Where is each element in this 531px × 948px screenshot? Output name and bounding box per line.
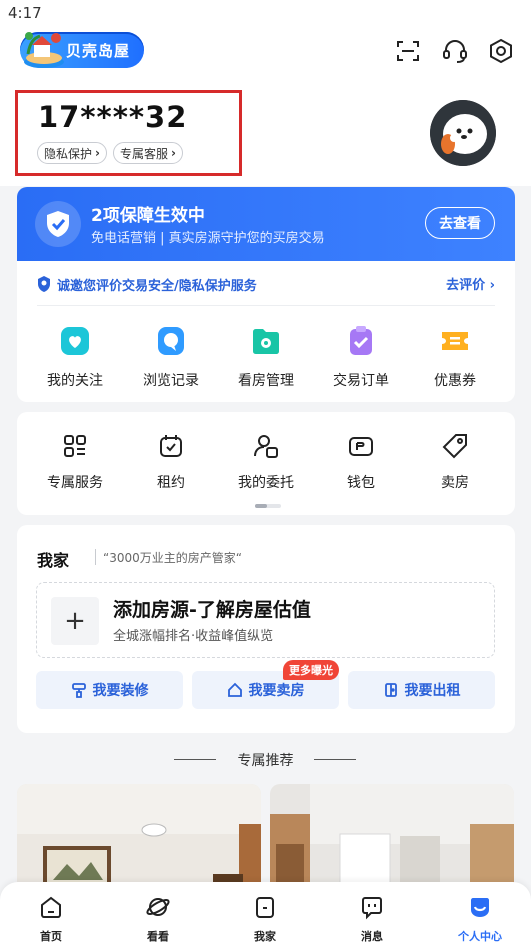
planet-icon <box>146 898 170 916</box>
evaluation-invite-text: 诚邀您评价交易安全/隐私保护服务 <box>57 279 257 294</box>
divider <box>314 759 356 760</box>
tab-profile[interactable]: 个人中心 <box>440 894 520 944</box>
price-tag-icon <box>442 434 467 459</box>
status-time: 4:17 <box>8 4 42 22</box>
recommend-title: 专属推荐 <box>237 753 294 769</box>
chevron-right-icon: › <box>489 278 495 293</box>
service-item-lease[interactable]: 租约 <box>123 432 219 492</box>
tab-label: 首页 <box>40 930 62 943</box>
menu-item-history[interactable]: 浏览记录 <box>123 324 219 390</box>
tab-messages[interactable]: 消息 <box>332 894 412 944</box>
chat-bubble-icon <box>158 327 184 355</box>
island-logo-icon <box>24 32 64 68</box>
service-item-wallet[interactable]: 钱包 <box>313 432 409 492</box>
sell-house-label: 我要卖房 <box>248 683 305 699</box>
smile-icon <box>471 898 489 917</box>
more-exposure-badge: 更多曝光 <box>283 660 339 680</box>
evaluate-link[interactable]: 去评价 › <box>446 274 495 293</box>
service-label: 我的委托 <box>238 475 294 491</box>
rent-out-label: 我要出租 <box>404 683 461 699</box>
add-property-box[interactable]: + 添加房源-了解房屋估值 全城涨幅排名·收益峰值纵览 <box>36 582 495 658</box>
avatar[interactable] <box>430 100 496 166</box>
protection-banner[interactable]: 2项保障生效中 免电话营销 | 真实房源守护您的买房交易 去查看 <box>17 187 515 261</box>
scan-button[interactable] <box>393 36 423 66</box>
grid-icon <box>64 435 86 457</box>
add-property-title: 添加房源-了解房屋估值 <box>113 599 311 621</box>
menu-item-viewings[interactable]: 看房管理 <box>218 324 314 390</box>
wallet-icon <box>349 437 373 456</box>
protection-subtitle: 免电话营销 | 真实房源守护您的买房交易 <box>91 231 325 246</box>
evaluation-row[interactable]: 诚邀您评价交易安全/隐私保护服务 去评价 › <box>17 261 515 305</box>
plus-icon: + <box>51 597 99 645</box>
location-shield-icon <box>38 276 50 292</box>
renovate-label: 我要装修 <box>92 683 149 699</box>
logo-text: 贝壳岛屋 <box>66 42 131 60</box>
door-icon <box>384 683 397 697</box>
menu-label: 我的关注 <box>47 373 103 389</box>
protection-card: 2项保障生效中 免电话营销 | 真实房源守护您的买房交易 去查看 诚邀您评价交易… <box>17 187 515 402</box>
service-label: 租约 <box>157 475 185 491</box>
service-item-exclusive[interactable]: 专属服务 <box>27 432 123 492</box>
services-card: 专属服务 租约 我的委托 钱包 卖房 <box>17 412 515 515</box>
clipboard-check-icon <box>350 326 372 355</box>
protection-title: 2项保障生效中 <box>91 206 205 226</box>
home-icon <box>41 896 61 918</box>
house-door-icon <box>256 897 274 918</box>
folder-icon <box>253 329 279 354</box>
menu-label: 优惠券 <box>434 373 476 389</box>
shield-check-icon <box>47 211 69 237</box>
service-label: 钱包 <box>347 475 375 491</box>
my-home-title: 我家 <box>37 551 70 570</box>
scan-icon <box>397 41 419 61</box>
menu-label: 看房管理 <box>238 373 294 389</box>
rent-out-button[interactable]: 我要出租 <box>348 671 495 709</box>
menu-label: 交易订单 <box>333 373 389 389</box>
heart-icon <box>61 327 89 355</box>
tab-home[interactable]: 首页 <box>11 894 91 944</box>
scroll-indicator <box>255 504 281 508</box>
renovate-button[interactable]: 我要装修 <box>36 671 183 709</box>
ticket-icon <box>442 332 468 350</box>
divider <box>37 305 495 306</box>
menu-item-orders[interactable]: 交易订单 <box>313 324 409 390</box>
divider <box>95 549 96 565</box>
my-home-card: 我家 “3000万业主的房产管家“ + 添加房源-了解房屋估值 全城涨幅排名·收… <box>17 525 515 733</box>
add-property-subtitle: 全城涨幅排名·收益峰值纵览 <box>113 629 274 644</box>
customer-service-button[interactable] <box>440 36 470 66</box>
tab-label: 消息 <box>361 930 383 943</box>
service-item-sell[interactable]: 卖房 <box>407 432 503 492</box>
calendar-icon <box>160 435 182 457</box>
app-logo: 贝壳岛屋 <box>20 28 144 70</box>
message-icon <box>362 897 382 920</box>
service-item-commission[interactable]: 我的委托 <box>218 432 314 492</box>
house-icon <box>227 682 242 697</box>
tab-label: 个人中心 <box>458 930 502 943</box>
settings-icon <box>490 38 512 64</box>
user-doc-icon <box>254 435 278 458</box>
check-protection-button[interactable]: 去查看 <box>425 207 495 239</box>
paint-roller-icon <box>71 683 86 698</box>
bottom-tab-bar: 首页 看看 我家 消息 个人中心 <box>0 882 531 948</box>
menu-item-coupons[interactable]: 优惠券 <box>407 324 503 390</box>
menu-label: 浏览记录 <box>143 373 199 389</box>
settings-button[interactable] <box>486 36 516 66</box>
tab-label: 看看 <box>147 930 169 943</box>
avatar-character-icon <box>430 100 496 166</box>
menu-item-favorites[interactable]: 我的关注 <box>27 324 123 390</box>
highlight-box <box>15 90 242 176</box>
evaluate-link-label: 去评价 <box>446 278 486 293</box>
shield-badge <box>35 201 81 247</box>
my-home-slogan: “3000万业主的房产管家“ <box>103 551 242 565</box>
service-label: 卖房 <box>441 475 469 491</box>
tab-my-home[interactable]: 我家 <box>225 894 305 944</box>
service-label: 专属服务 <box>47 475 103 491</box>
headset-icon <box>443 40 467 63</box>
tab-label: 我家 <box>254 930 276 943</box>
tab-discover[interactable]: 看看 <box>118 894 198 944</box>
